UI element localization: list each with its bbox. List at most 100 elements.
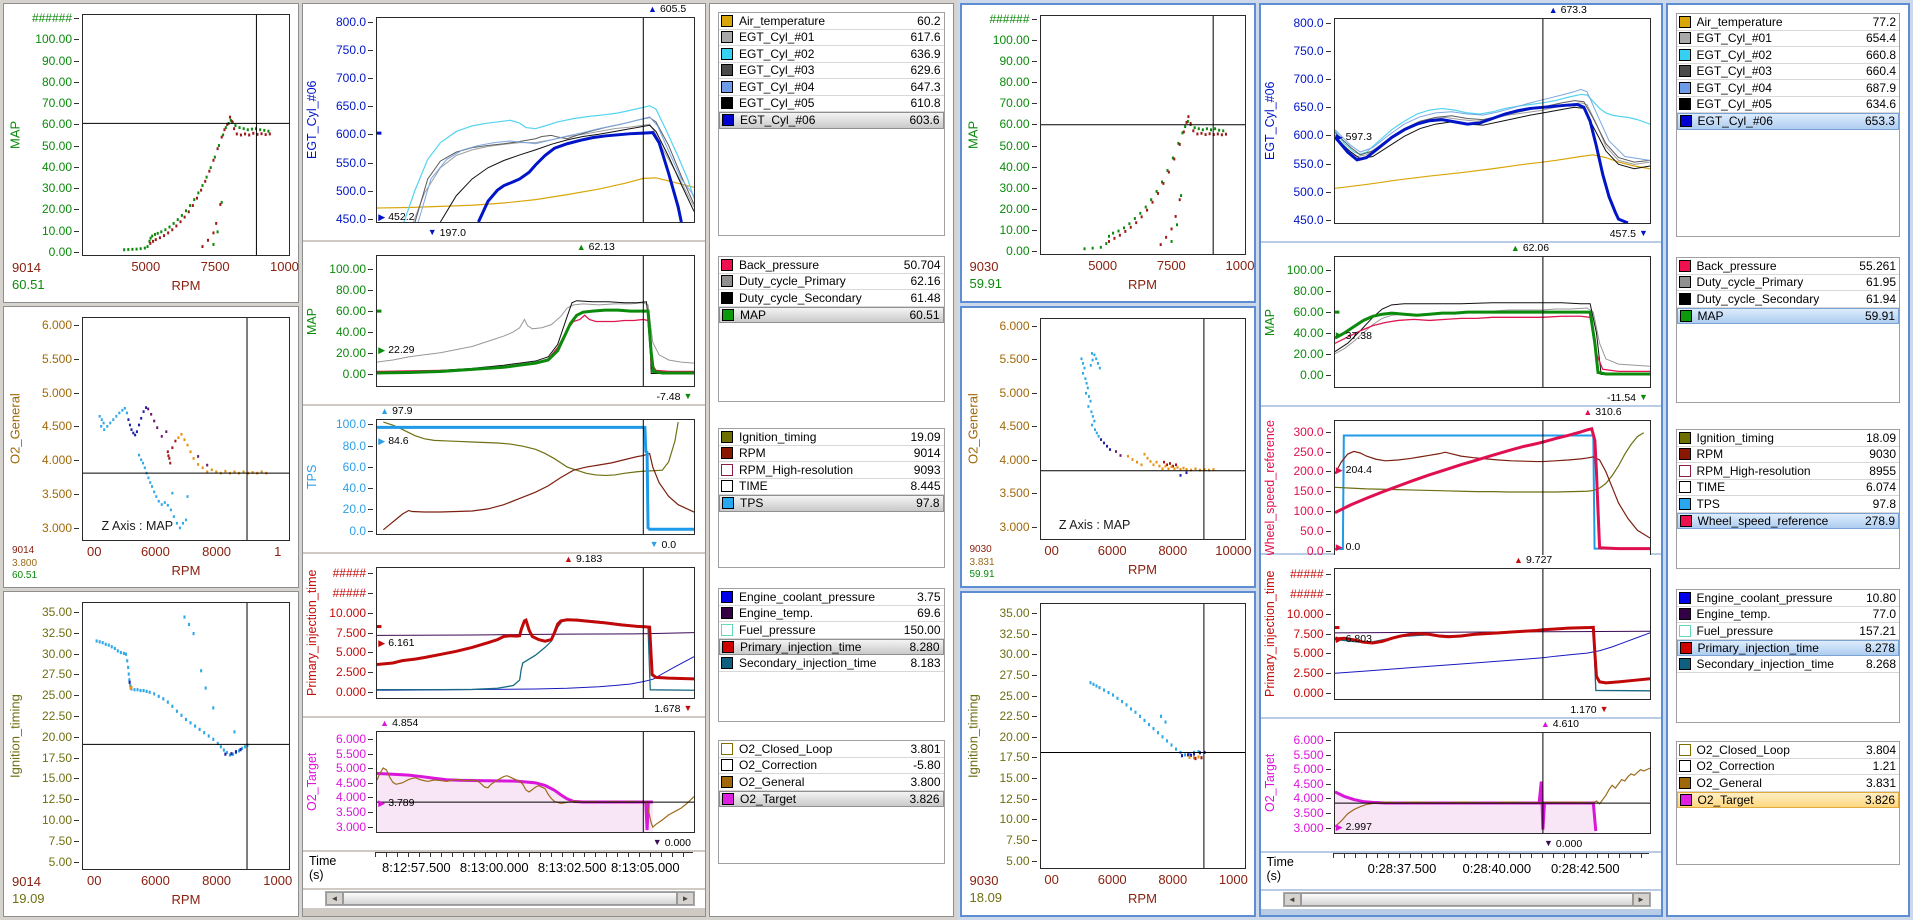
plot-area[interactable] [82,14,290,256]
legend-row[interactable]: Back_pressure50.704 [719,257,944,274]
legend-row[interactable]: TIME8.445 [719,479,944,496]
chart-wheel-speed-reference[interactable]: Wheel_speed_reference 300.0250.0200.0150… [1261,407,1661,553]
chart-o2-target[interactable]: O2_Target 6.0005.5005.0004.5004.0003.500… [303,718,705,850]
chart-map[interactable]: MAP 100.0080.0060.0040.0020.000.00 ▲62.0… [1261,243,1661,405]
plot-area[interactable]: ▲310.6▶204.4▶0.0 [1334,420,1651,556]
plot-canvas[interactable] [1335,569,1650,699]
legend-row[interactable]: Engine_coolant_pressure10.80 [1677,590,1900,607]
plot-canvas[interactable] [377,568,694,698]
plot-canvas[interactable] [1335,257,1650,387]
plot-area[interactable] [1040,603,1246,869]
plot-canvas[interactable] [1335,19,1650,223]
plot-area[interactable]: Z Axis : MAP [82,317,290,541]
legend-row[interactable]: Secondary_injection_time8.183 [719,655,944,672]
legend-row[interactable]: Primary_injection_time8.278 [1677,640,1900,657]
chart-tps[interactable]: TPS 100.080.060.040.020.00.0 ▲97.9▶84.6▼… [303,406,705,552]
legend-row[interactable]: O2_Target3.826 [1677,792,1900,809]
plot-area[interactable]: Z Axis : MAP [1040,318,1246,540]
legend-row[interactable]: EGT_Cyl_#04687.9 [1677,80,1900,97]
legend-row[interactable]: O2_Correction-5.80 [719,758,944,775]
legend-row[interactable]: EGT_Cyl_#01654.4 [1677,31,1900,48]
scroll-left-button[interactable]: ◄ [326,892,343,905]
scroll-right-button[interactable]: ► [1633,893,1650,906]
legend-row[interactable]: Duty_cycle_Secondary61.48 [719,290,944,307]
chart-map[interactable]: MAP 100.0080.0060.0040.0020.000.00 ▲62.1… [303,242,705,404]
legend-row[interactable]: Duty_cycle_Secondary61.94 [1677,291,1900,308]
legend-row[interactable]: Ignition_timing19.09 [719,429,944,446]
legend-row[interactable]: O2_Closed_Loop3.801 [719,741,944,758]
legend-row[interactable]: Engine_temp.77.0 [1677,607,1900,624]
chart-primary-injection-time[interactable]: Primary_injection_time ##########10.0007… [303,554,705,716]
legend-row[interactable]: Engine_temp.69.6 [719,606,944,623]
chart-o2-target[interactable]: O2_Target 6.0005.5005.0004.5004.0003.500… [1261,719,1661,851]
legend-row[interactable]: RPM9030 [1677,447,1900,464]
legend-row[interactable]: EGT_Cyl_#06603.6 [719,112,944,129]
scroll-right-button[interactable]: ► [677,892,694,905]
legend-row[interactable]: EGT_Cyl_#02660.8 [1677,47,1900,64]
legend-row[interactable]: EGT_Cyl_#03629.6 [719,63,944,80]
legend-row[interactable]: EGT_Cyl_#04647.3 [719,79,944,96]
scroll-left-button[interactable]: ◄ [1284,893,1301,906]
scrollbar-thumb[interactable] [1301,893,1633,906]
plot-canvas[interactable] [83,603,289,869]
legend-row[interactable]: Wheel_speed_reference278.9 [1677,513,1900,530]
legend-row[interactable]: Primary_injection_time8.280 [719,639,944,656]
legend-row[interactable]: Fuel_pressure157.21 [1677,623,1900,640]
legend-row[interactable]: MAP59.91 [1677,308,1900,325]
legend-row[interactable]: Fuel_pressure150.00 [719,622,944,639]
scatter-ignition-vs-rpm[interactable]: Ignition_timing 35.0032.5030.0027.5025.0… [3,591,299,917]
legend-row[interactable]: EGT_Cyl_#01617.6 [719,30,944,47]
plot-canvas[interactable] [1335,421,1650,555]
chart-egt-cyl-06[interactable]: EGT_Cyl_#06 800.0750.0700.0650.0600.0550… [1261,5,1661,241]
plot-area[interactable]: ▲9.727▶6.8031.170▼ [1334,568,1651,700]
legend-row[interactable]: EGT_Cyl_#03660.4 [1677,64,1900,81]
scatter-map-vs-rpm[interactable]: MAP ######100.0090.0080.0070.0060.0050.0… [960,3,1256,303]
legend-row[interactable]: O2_General3.831 [1677,775,1900,792]
legend-row[interactable]: TPS97.8 [1677,496,1900,513]
legend-row[interactable]: EGT_Cyl_#06653.3 [1677,113,1900,130]
legend-row[interactable]: O2_Closed_Loop3.804 [1677,742,1900,759]
legend-row[interactable]: RPM_High-resolution8955 [1677,463,1900,480]
legend-row[interactable]: O2_Correction1.21 [1677,759,1900,776]
chart-egt-cyl-06[interactable]: EGT_Cyl_#06 800.0750.0700.0650.0600.0550… [303,4,705,240]
legend-row[interactable]: EGT_Cyl_#05634.6 [1677,97,1900,114]
legend-row[interactable]: Air_temperature60.2 [719,13,944,30]
plot-canvas[interactable] [377,256,694,386]
plot-area[interactable]: ▲4.854▶3.789▼0.000 [376,731,695,833]
legend-row[interactable]: RPM_High-resolution9093 [719,462,944,479]
plot-area[interactable]: ▲4.610▶2.997▼0.000 [1334,732,1651,834]
legend-row[interactable]: Ignition_timing18.09 [1677,430,1900,447]
plot-canvas[interactable] [377,420,694,534]
plot-area[interactable]: ▲605.5▶452.2▼197.0 [376,17,695,223]
plot-area[interactable] [1040,15,1246,255]
scatter-map-vs-rpm[interactable]: MAP ######100.0090.0080.0070.0060.0050.0… [3,3,299,303]
plot-canvas[interactable] [83,318,289,540]
plot-area[interactable]: ▲62.13▶22.29-7.48▼ [376,255,695,387]
plot-area[interactable]: ▲62.06▶37.38-11.54▼ [1334,256,1651,388]
legend-row[interactable]: O2_Target3.826 [719,791,944,808]
legend-row[interactable]: Secondary_injection_time8.268 [1677,656,1900,673]
plot-canvas[interactable] [377,732,694,832]
legend-row[interactable]: O2_General3.800 [719,774,944,791]
plot-canvas[interactable] [1041,16,1245,254]
plot-canvas[interactable] [1041,319,1245,539]
legend-row[interactable]: TIME6.074 [1677,480,1900,497]
scatter-o2-vs-rpm[interactable]: O2_General 6.0005.5005.0004.5004.0003.50… [960,306,1256,588]
legend-row[interactable]: TPS97.8 [719,495,944,512]
scrollbar-thumb[interactable] [343,892,677,905]
horizontal-scrollbar[interactable]: ◄ ► [1283,892,1651,907]
plot-canvas[interactable] [1041,604,1245,868]
plot-canvas[interactable] [1335,733,1650,833]
legend-row[interactable]: RPM9014 [719,446,944,463]
scatter-o2-vs-rpm[interactable]: O2_General 6.0005.5005.0004.5004.0003.50… [3,306,299,588]
plot-area[interactable]: ▲97.9▶84.6▼0.0 [376,419,695,535]
legend-row[interactable]: EGT_Cyl_#02636.9 [719,46,944,63]
scatter-ignition-vs-rpm[interactable]: Ignition_timing 35.0032.5030.0027.5025.0… [960,591,1256,917]
legend-row[interactable]: Engine_coolant_pressure3.75 [719,589,944,606]
plot-canvas[interactable] [377,18,694,222]
legend-row[interactable]: Duty_cycle_Primary61.95 [1677,275,1900,292]
plot-area[interactable]: ▲673.3▶597.3457.5▼ [1334,18,1651,224]
plot-canvas[interactable] [83,15,289,255]
horizontal-scrollbar[interactable]: ◄ ► [325,891,695,906]
plot-area[interactable] [82,602,290,870]
